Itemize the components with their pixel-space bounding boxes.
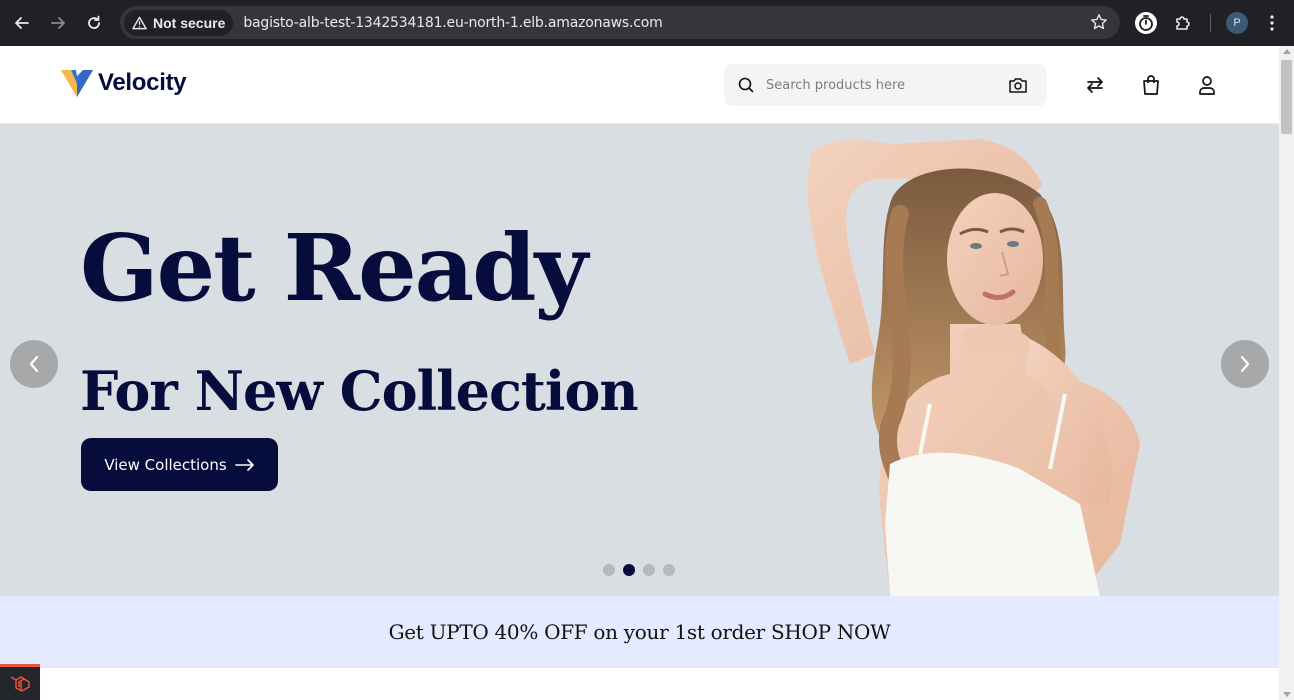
chevron-left-icon: [29, 355, 39, 373]
carousel-dot-2[interactable]: [623, 564, 635, 576]
reload-icon[interactable]: [80, 9, 108, 37]
toolbar-divider: [1210, 14, 1211, 32]
carousel-dot-3[interactable]: [643, 564, 655, 576]
compare-icon[interactable]: [1082, 72, 1108, 98]
search-icon: [738, 77, 754, 93]
url-text: bagisto-alb-test-1342534181.eu-north-1.e…: [243, 14, 663, 31]
extensions-puzzle-icon[interactable]: [1169, 9, 1197, 37]
arrow-right-icon: [234, 458, 254, 471]
address-bar[interactable]: Not secure bagisto-alb-test-1342534181.e…: [120, 6, 1120, 39]
hero-subtitle: For New Collection: [80, 359, 639, 423]
scroll-up-icon[interactable]: [1283, 49, 1291, 54]
view-collections-label: View Collections: [104, 455, 227, 474]
forward-icon[interactable]: [44, 9, 72, 37]
browser-menu-icon[interactable]: [1258, 9, 1286, 37]
warning-icon: [132, 16, 147, 29]
carousel-dot-1[interactable]: [603, 564, 615, 576]
carousel-next-button[interactable]: [1221, 340, 1269, 388]
search-input[interactable]: [766, 77, 996, 93]
hero-title: Get Ready: [80, 214, 588, 322]
web-page: Velocity Search products here Get Ready …: [0, 46, 1279, 700]
profile-avatar[interactable]: P: [1226, 12, 1248, 34]
user-account-icon[interactable]: [1194, 72, 1220, 98]
browser-toolbar: Not secure bagisto-alb-test-1342534181.e…: [0, 0, 1294, 46]
back-icon[interactable]: [8, 9, 36, 37]
hero-model-image: [807, 139, 1140, 596]
logo-text: Velocity: [98, 69, 187, 96]
carousel-prev-button[interactable]: [10, 340, 58, 388]
site-logo[interactable]: Velocity: [60, 68, 187, 98]
debugbar-badge[interactable]: [0, 664, 40, 700]
promo-text: Get UPTO 40% OFF on your 1st order SHOP …: [388, 620, 891, 644]
timer-extension-icon[interactable]: [1132, 9, 1160, 37]
security-label: Not secure: [153, 14, 226, 31]
carousel-dot-4[interactable]: [663, 564, 675, 576]
security-chip[interactable]: Not secure: [124, 9, 234, 36]
scroll-down-icon[interactable]: [1283, 692, 1291, 697]
view-collections-button[interactable]: View Collections: [81, 438, 278, 491]
site-header: Velocity: [0, 46, 1279, 124]
bookmark-star-icon[interactable]: [1090, 13, 1108, 36]
promo-banner[interactable]: Get UPTO 40% OFF on your 1st order SHOP …: [0, 596, 1279, 668]
page-scrollbar[interactable]: [1279, 46, 1294, 700]
hero-carousel: Get Ready For New Collection View Collec…: [0, 124, 1279, 596]
search-bar[interactable]: [724, 64, 1047, 106]
shopping-bag-icon[interactable]: [1138, 72, 1164, 98]
scroll-thumb[interactable]: [1281, 60, 1292, 134]
velocity-logo-icon: [61, 70, 93, 97]
laravel-logo-icon: [10, 675, 30, 692]
camera-icon[interactable]: [1008, 76, 1028, 94]
carousel-dots: [603, 564, 675, 576]
chevron-right-icon: [1240, 355, 1250, 373]
